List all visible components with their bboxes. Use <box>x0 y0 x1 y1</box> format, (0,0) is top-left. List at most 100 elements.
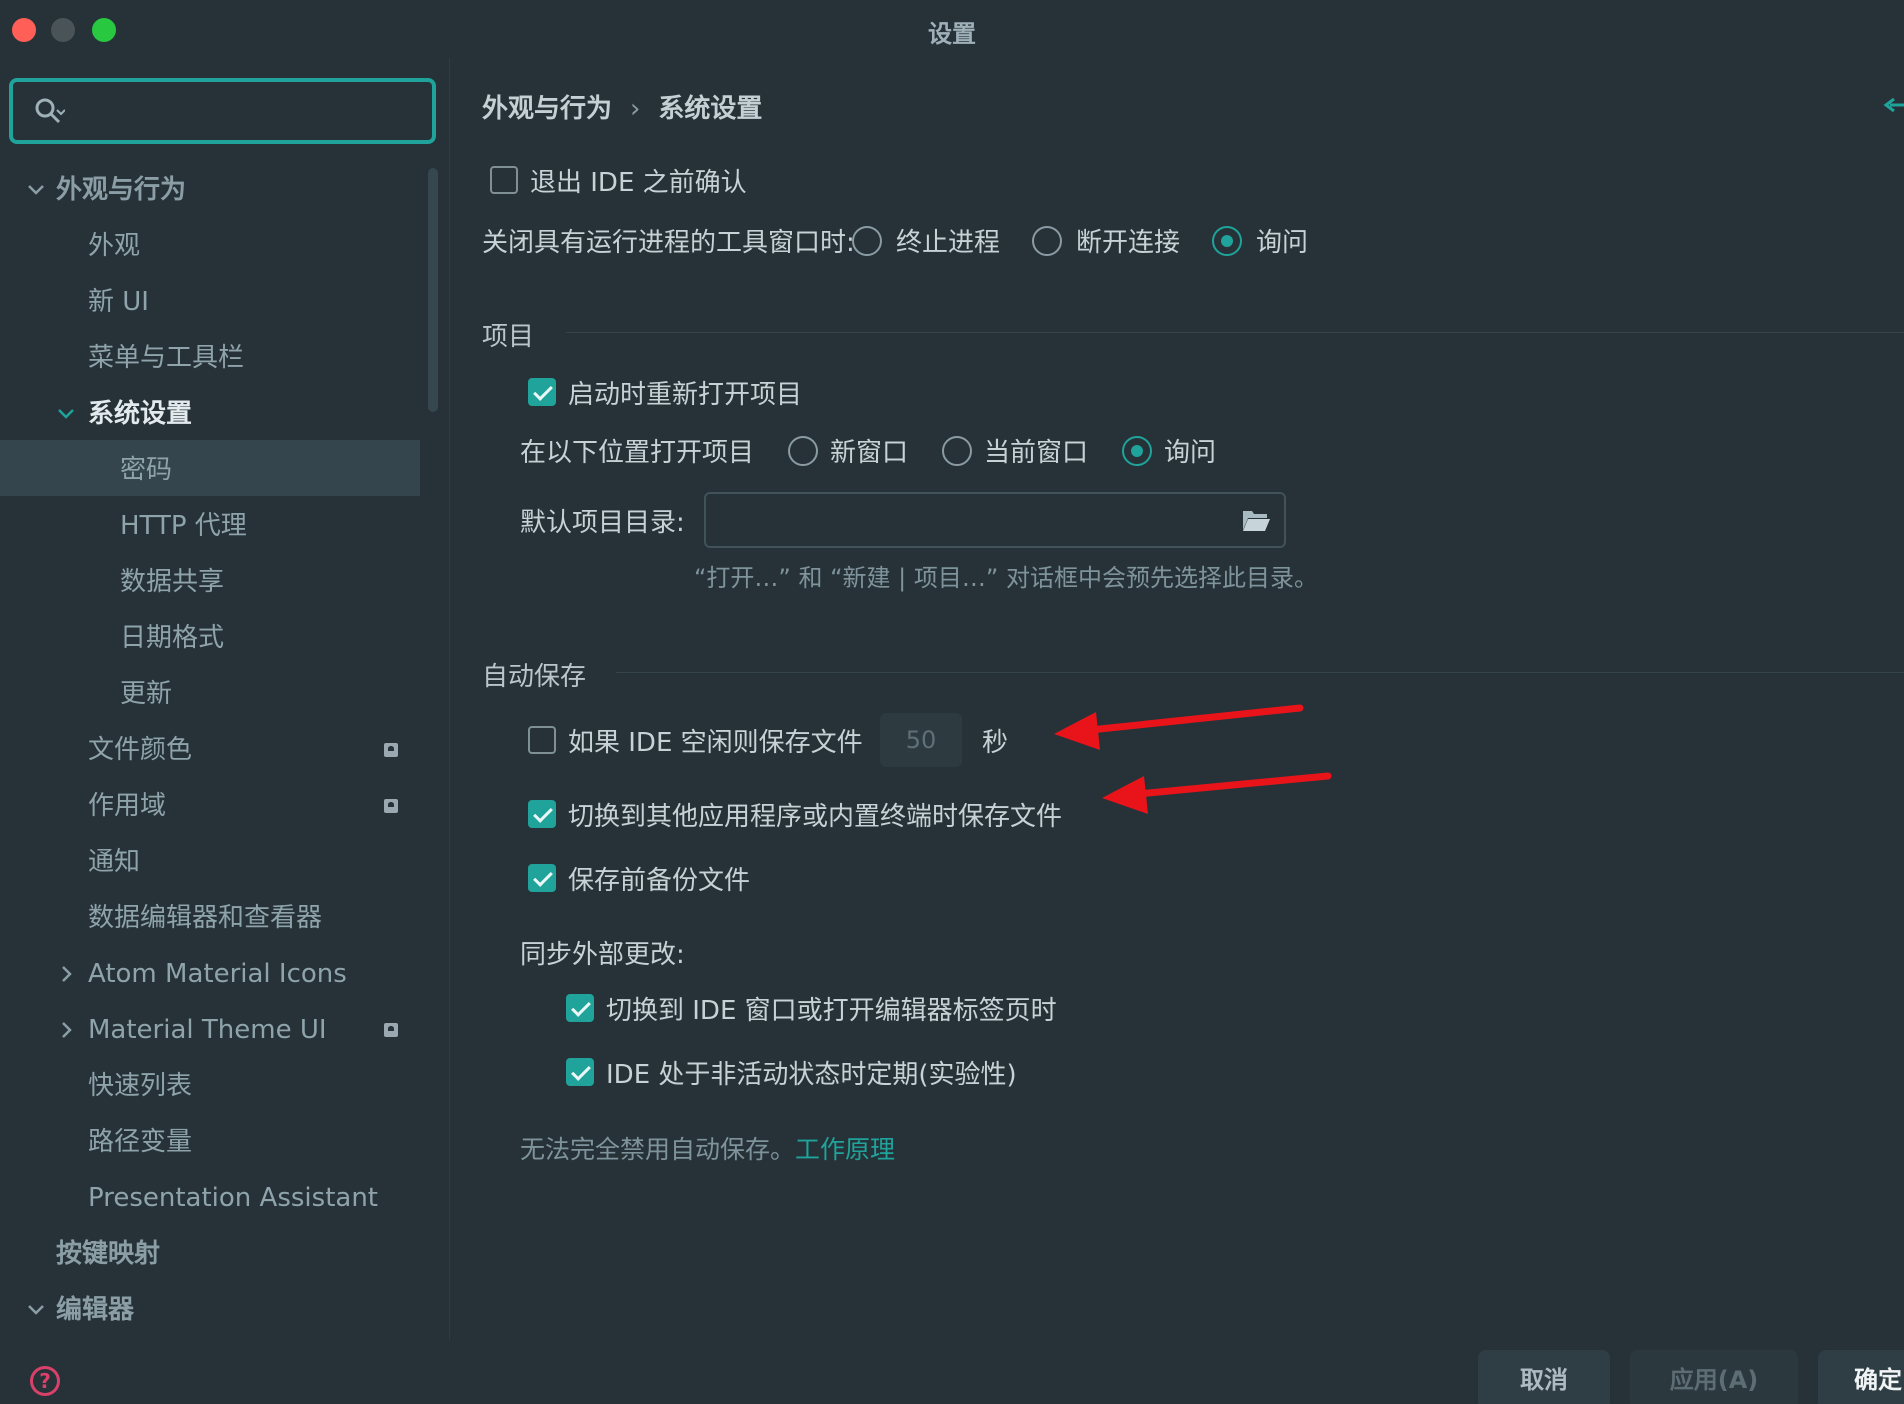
back-arrow-icon[interactable] <box>1882 94 1904 116</box>
tree-item-notifications[interactable]: 通知 <box>88 834 140 890</box>
sync-label: 同步外部更改: <box>520 940 685 970</box>
window-title: 设置 <box>928 20 976 48</box>
open-project-in-row: 在以下位置打开项目 新窗口 当前窗口 询问 <box>520 432 1320 472</box>
tree-item-label: 外观与行为 <box>56 175 187 205</box>
autosave-note-text: 无法完全禁用自动保存。 <box>520 1135 796 1164</box>
radio-ask-open[interactable] <box>1122 436 1152 466</box>
save-idle-checkbox[interactable] <box>528 726 556 754</box>
radio-disconnect[interactable] <box>1032 226 1062 256</box>
tree-item-label: 数据共享 <box>120 567 225 597</box>
tree-item-path-variables[interactable]: 路径变量 <box>88 1114 192 1170</box>
tree-item-label: 作用域 <box>88 791 167 821</box>
sync-on-switch-checkbox[interactable] <box>566 994 594 1022</box>
reopen-projects-checkbox[interactable] <box>528 378 556 406</box>
confirm-exit-label: 退出 IDE 之前确认 <box>530 168 747 198</box>
project-level-icon <box>384 1023 398 1037</box>
autosave-note: 无法完全禁用自动保存。工作原理 <box>520 1130 895 1166</box>
tree-item-presentation-assistant[interactable]: Presentation Assistant <box>88 1170 378 1226</box>
annotation-arrow <box>1102 772 1332 814</box>
tree-item-material-theme-ui[interactable]: Material Theme UI <box>56 1002 420 1058</box>
tree-item-label: 编辑器 <box>56 1295 135 1325</box>
tree-item-appearance-behavior[interactable]: 外观与行为 <box>20 162 186 218</box>
apply-button[interactable]: 应用(A) <box>1630 1350 1798 1404</box>
default-dir-field[interactable] <box>704 492 1286 548</box>
radio-current-window-label: 当前窗口 <box>984 438 1089 468</box>
ok-button[interactable]: 确定 <box>1818 1350 1904 1404</box>
tree-item-label: HTTP 代理 <box>120 511 247 541</box>
section-divider <box>616 672 1904 673</box>
chevron-right-icon <box>62 1022 72 1038</box>
tree-item-label: 按键映射 <box>56 1239 161 1269</box>
idle-seconds-input[interactable]: 50 <box>880 713 962 767</box>
title-bar: 设置 <box>0 0 1904 58</box>
close-tool-window-label: 关闭具有运行进程的工具窗口时: <box>482 228 855 258</box>
tree-item-system-settings[interactable]: 系统设置 <box>56 386 192 442</box>
tree-item-label: 快速列表 <box>88 1071 193 1101</box>
tree-item-atom-material-icons[interactable]: Atom Material Icons <box>56 946 347 1002</box>
search-icon <box>35 98 65 124</box>
section-title-project: 项目 <box>482 322 535 352</box>
tree-item-quick-lists[interactable]: 快速列表 <box>88 1058 192 1114</box>
tree-item-appearance[interactable]: 外观 <box>88 218 140 274</box>
tree-item-passwords[interactable]: 密码 <box>120 442 172 498</box>
tree-item-label: 新 UI <box>88 287 149 317</box>
radio-current-window[interactable] <box>942 436 972 466</box>
chevron-right-icon <box>62 966 72 982</box>
chevron-down-icon <box>28 1305 44 1315</box>
radio-ask-label: 询问 <box>1256 228 1309 258</box>
tree-item-updates[interactable]: 更新 <box>120 666 172 722</box>
search-input[interactable] <box>77 90 417 132</box>
folder-open-icon[interactable] <box>1242 508 1270 532</box>
chevron-down-icon <box>58 409 74 419</box>
backup-label: 保存前备份文件 <box>568 866 751 896</box>
backup-checkbox[interactable] <box>528 864 556 892</box>
sync-periodic-checkbox[interactable] <box>566 1058 594 1086</box>
breadcrumb-separator: › <box>630 94 641 124</box>
default-dir-hint: “打开…” 和 “新建 | 项目…” 对话框中会预先选择此目录。 <box>694 564 1318 592</box>
cancel-button[interactable]: 取消 <box>1478 1350 1610 1404</box>
tree-item-label: 通知 <box>88 847 141 877</box>
tree-item-scopes[interactable]: 作用域 <box>88 778 420 834</box>
radio-new-window[interactable] <box>788 436 818 466</box>
tree-item-label: 更新 <box>120 679 173 709</box>
radio-ask-open-label: 询问 <box>1164 438 1217 468</box>
tree-item-label: Material Theme UI <box>88 1015 327 1045</box>
radio-ask[interactable] <box>1212 226 1242 256</box>
settings-sidebar: 外观与行为 外观 新 UI 菜单与工具栏 系统设置 密码 HTTP 代理 数据共… <box>0 58 450 1340</box>
tree-item-keymap[interactable]: 按键映射 <box>56 1226 160 1282</box>
open-project-in-label: 在以下位置打开项目 <box>520 438 755 468</box>
breadcrumb-parent[interactable]: 外观与行为 <box>482 94 612 124</box>
search-box[interactable] <box>9 78 436 144</box>
section-divider <box>566 332 1904 333</box>
settings-content: 外观与行为 › 系统设置 退出 IDE 之前确认 关闭具有运行进程的工具窗口时: 终… <box>450 58 1904 1340</box>
sidebar-scrollbar[interactable] <box>428 168 438 412</box>
confirm-exit-checkbox[interactable] <box>490 166 518 194</box>
default-dir-label: 默认项目目录: <box>520 508 685 538</box>
radio-terminate-label: 终止进程 <box>896 228 1001 258</box>
idle-seconds-unit: 秒 <box>982 728 1009 758</box>
reopen-projects-label: 启动时重新打开项目 <box>568 380 803 410</box>
radio-new-window-label: 新窗口 <box>830 438 909 468</box>
tree-item-file-colors[interactable]: 文件颜色 <box>88 722 420 778</box>
selected-row-highlight <box>0 440 420 496</box>
tree-item-menus-toolbars[interactable]: 菜单与工具栏 <box>88 330 244 386</box>
tree-item-editor[interactable]: 编辑器 <box>20 1282 134 1338</box>
annotation-arrow <box>1054 704 1304 750</box>
sync-periodic-label: IDE 处于非活动状态时定期(实验性) <box>606 1060 1017 1090</box>
tree-item-label: Atom Material Icons <box>88 959 347 989</box>
section-title-autosave: 自动保存 <box>482 662 587 692</box>
sync-on-switch-label: 切换到 IDE 窗口或打开编辑器标签页时 <box>606 996 1057 1026</box>
save-idle-label: 如果 IDE 空闲则保存文件 <box>568 728 863 758</box>
tree-item-data-sharing[interactable]: 数据共享 <box>120 554 224 610</box>
save-on-switch-checkbox[interactable] <box>528 800 556 828</box>
tree-item-data-editors[interactable]: 数据编辑器和查看器 <box>88 890 322 946</box>
close-tool-window-row: 关闭具有运行进程的工具窗口时: 终止进程 断开连接 询问 <box>482 222 1482 262</box>
tree-item-http-proxy[interactable]: HTTP 代理 <box>120 498 247 554</box>
help-icon[interactable]: ? <box>30 1366 60 1396</box>
how-it-works-link[interactable]: 工作原理 <box>795 1135 895 1164</box>
radio-terminate[interactable] <box>852 226 882 256</box>
tree-item-date-formats[interactable]: 日期格式 <box>120 610 224 666</box>
tree-item-new-ui[interactable]: 新 UI <box>88 274 149 330</box>
tree-item-label: 密码 <box>120 455 173 485</box>
radio-disconnect-label: 断开连接 <box>1076 228 1181 258</box>
